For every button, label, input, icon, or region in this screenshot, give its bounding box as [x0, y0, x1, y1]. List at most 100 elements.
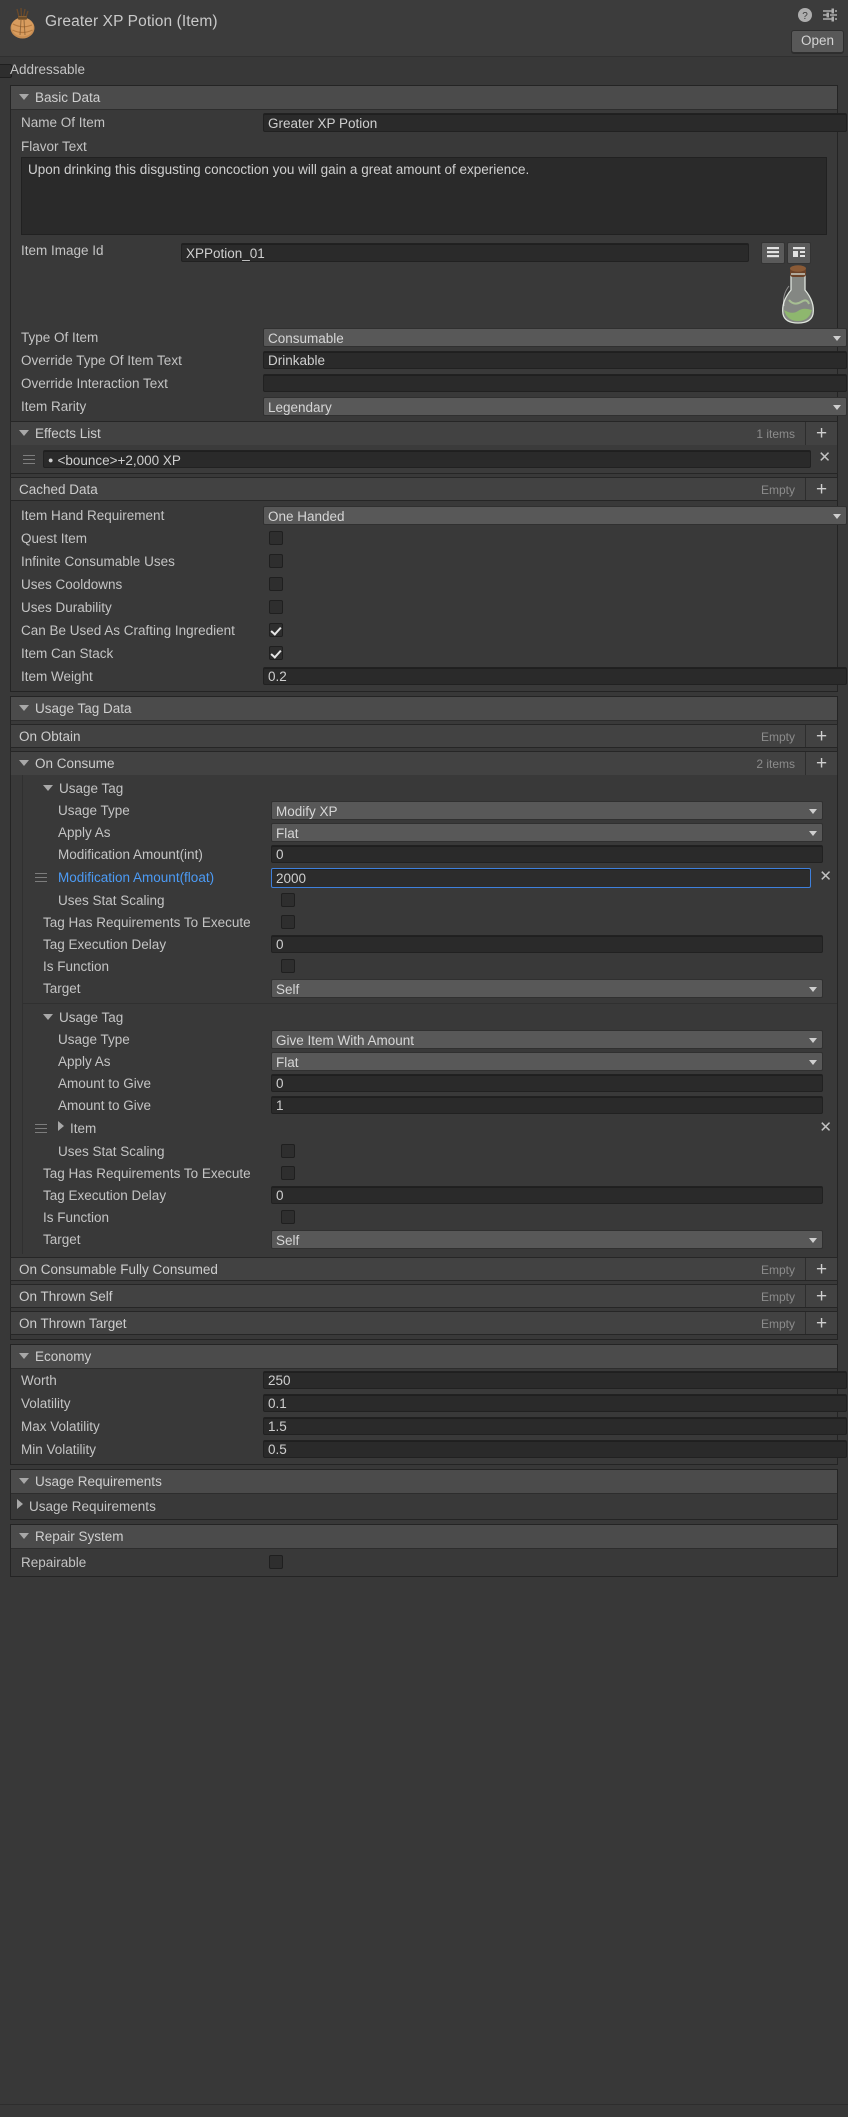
effect-text-input[interactable]: ● <bounce>+2,000 XP [43, 450, 811, 468]
chevron-down-icon [809, 809, 817, 814]
modification-amount-int-input[interactable]: 0 [271, 845, 823, 863]
usage-tag-data-foldout[interactable]: Usage Tag Data [11, 697, 837, 721]
repairable-label: Repairable [21, 1555, 87, 1570]
remove-usage-tag-2-button[interactable]: ✕ [819, 1120, 832, 1135]
on-thrown-target-header[interactable]: On Thrown Target Empty + [10, 1311, 838, 1335]
economy-foldout[interactable]: Economy [11, 1345, 837, 1369]
svg-text:?: ? [802, 11, 808, 22]
usage-tag-1-usage-type-dropdown[interactable]: Modify XP [271, 801, 823, 820]
infinite-consumable-uses-checkbox[interactable] [269, 554, 283, 568]
add-on-thrown-self-button[interactable]: + [805, 1285, 837, 1307]
usage-requirements-section: Usage Requirements Usage Requirements [10, 1469, 838, 1520]
usage-tag-1-title-wrap: Usage Tag [23, 781, 123, 796]
repairable-row: Repairable [11, 1549, 837, 1576]
amount-to-give-float-input[interactable]: 1 [271, 1096, 823, 1114]
type-of-item-value: Consumable [268, 331, 344, 346]
crafting-ingredient-row: Can Be Used As Crafting Ingredient [11, 619, 837, 642]
flavor-text-input[interactable]: Upon drinking this disgusting concoction… [21, 157, 827, 235]
repairable-checkbox[interactable] [269, 1555, 283, 1569]
usage-tag-2-uses-stat-scaling-label: Uses Stat Scaling [58, 1143, 165, 1159]
usage-tag-1-uses-stat-scaling-row: Uses Stat Scaling [23, 889, 837, 911]
min-volatility-input[interactable]: 0.5 [263, 1440, 847, 1458]
remove-effect-button[interactable]: ✕ [818, 450, 831, 465]
basic-data-section: Basic Data Name Of Item Greater XP Potio… [10, 85, 847, 692]
usage-tag-2-apply-as-dropdown[interactable]: Flat [271, 1052, 823, 1071]
chevron-down-icon [19, 705, 29, 711]
on-thrown-self-header[interactable]: On Thrown Self Empty + [10, 1284, 838, 1308]
usage-tag-1-tag-requirements-label: Tag Has Requirements To Execute [43, 914, 251, 930]
usage-requirements-sub-row[interactable]: Usage Requirements [11, 1494, 837, 1519]
help-icon[interactable]: ? [797, 7, 813, 23]
effects-list-label: Effects List [35, 426, 101, 441]
uses-cooldowns-checkbox[interactable] [269, 577, 283, 591]
item-can-stack-checkbox[interactable] [269, 646, 283, 660]
item-image-id-input[interactable]: XPPotion_01 [181, 243, 749, 262]
drag-handle-icon[interactable] [21, 454, 37, 465]
type-of-item-dropdown[interactable]: Consumable [263, 328, 847, 347]
uses-durability-checkbox[interactable] [269, 600, 283, 614]
chevron-down-icon [833, 514, 841, 519]
override-interaction-text-input[interactable] [263, 374, 847, 392]
add-on-obtain-button[interactable]: + [805, 725, 837, 747]
name-of-item-label: Name Of Item [21, 115, 106, 130]
usage-tag-1-target-dropdown[interactable]: Self [271, 979, 823, 998]
basic-data-foldout[interactable]: Basic Data [11, 86, 837, 110]
usage-tag-2-foldout[interactable]: Usage Tag [23, 1006, 837, 1028]
on-obtain-header[interactable]: On Obtain Empty + [10, 724, 838, 748]
usage-tag-1-apply-as-dropdown[interactable]: Flat [271, 823, 823, 842]
override-type-text-input[interactable]: Drinkable [263, 351, 847, 369]
item-ref-row: Item ✕ [23, 1116, 837, 1140]
add-cached-data-button[interactable]: + [805, 478, 837, 500]
effects-list-body: ● <bounce>+2,000 XP ✕ [10, 445, 838, 474]
volatility-input[interactable]: 0.1 [263, 1394, 847, 1412]
on-consumable-fully-consumed-header[interactable]: On Consumable Fully Consumed Empty + [10, 1257, 838, 1281]
item-weight-input[interactable]: 0.2 [263, 667, 847, 685]
usage-tag-2-is-function-checkbox[interactable] [281, 1210, 295, 1224]
name-of-item-input[interactable]: Greater XP Potion [263, 113, 847, 132]
usage-requirements-foldout[interactable]: Usage Requirements [11, 1470, 837, 1494]
usage-tag-2-execution-delay-input[interactable]: 0 [271, 1186, 823, 1204]
add-on-consumable-fully-consumed-button[interactable]: + [805, 1258, 837, 1280]
usage-tag-2-usage-type-row: Usage Type Give Item With Amount [23, 1028, 837, 1050]
usage-tag-1-execution-delay-input[interactable]: 0 [271, 935, 823, 953]
add-on-thrown-target-button[interactable]: + [805, 1312, 837, 1334]
usage-tag-1-uses-stat-scaling-checkbox[interactable] [281, 893, 295, 907]
usage-tag-1-is-function-checkbox[interactable] [281, 959, 295, 973]
on-consume-header[interactable]: On Consume 2 items + [10, 751, 838, 775]
max-volatility-label: Max Volatility [21, 1419, 100, 1434]
item-hand-requirement-dropdown[interactable]: One Handed [263, 506, 847, 525]
preset-settings-icon[interactable] [822, 7, 838, 23]
usage-tag-2-usage-type-dropdown[interactable]: Give Item With Amount [271, 1030, 823, 1049]
item-can-stack-row: Item Can Stack [11, 642, 837, 665]
worth-input[interactable]: 250 [263, 1371, 847, 1389]
open-button[interactable]: Open [790, 30, 844, 53]
usage-requirements-title: Usage Requirements [35, 1474, 162, 1489]
inspector-window: Greater XP Potion (Item) ? Open Addressa… [0, 0, 848, 2117]
item-rarity-dropdown[interactable]: Legendary [263, 397, 847, 416]
effects-list-header[interactable]: Effects List 1 items + [10, 421, 838, 445]
drag-handle-icon[interactable] [33, 1123, 49, 1134]
usage-tag-1-tag-requirements-checkbox[interactable] [281, 915, 295, 929]
usage-tag-2-tag-requirements-checkbox[interactable] [281, 1166, 295, 1180]
cached-data-header[interactable]: Cached Data Empty + [10, 477, 838, 501]
usage-tag-2-target-dropdown[interactable]: Self [271, 1230, 823, 1249]
header-actions: ? [797, 7, 838, 23]
repair-system-foldout[interactable]: Repair System [11, 1525, 837, 1549]
add-on-consume-button[interactable]: + [805, 752, 837, 775]
quest-item-checkbox[interactable] [269, 531, 283, 545]
usage-requirements-sub-label: Usage Requirements [29, 1499, 156, 1514]
effect-text-value: <bounce>+2,000 XP [57, 453, 181, 468]
modification-amount-float-input[interactable]: 2000 [271, 868, 811, 888]
worth-row: Worth 250 [11, 1369, 847, 1392]
add-effect-button[interactable]: + [805, 422, 837, 445]
remove-usage-tag-1-button[interactable]: ✕ [819, 869, 832, 884]
drag-handle-icon[interactable] [33, 872, 49, 883]
max-volatility-input[interactable]: 1.5 [263, 1417, 847, 1435]
usage-tag-2-uses-stat-scaling-checkbox[interactable] [281, 1144, 295, 1158]
usage-tag-1-foldout[interactable]: Usage Tag [23, 777, 837, 799]
amount-to-give-int-input[interactable]: 0 [271, 1074, 823, 1092]
crafting-ingredient-checkbox[interactable] [269, 623, 283, 637]
usage-requirements-sub-wrap: Usage Requirements [11, 1499, 156, 1514]
volatility-row: Volatility 0.1 [11, 1392, 847, 1415]
item-image-id-label: Item Image Id [21, 243, 104, 258]
